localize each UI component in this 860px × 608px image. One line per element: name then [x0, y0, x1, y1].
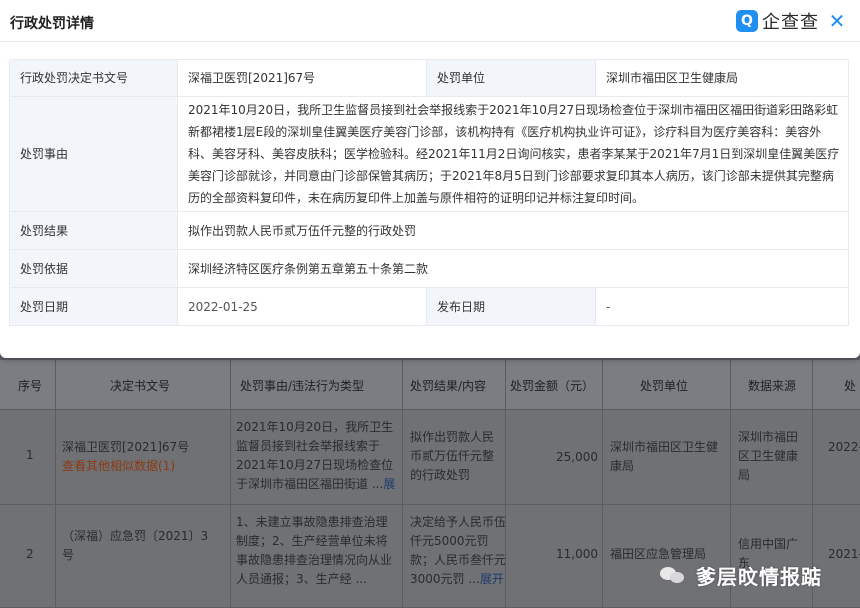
col-header-date-partial: 处 — [844, 379, 857, 393]
detail-table: 行政处罚决定书文号 深福卫医罚[2021]67号 处罚单位 深圳市福田区卫生健康… — [9, 59, 849, 326]
row-unit: 深圳市福田区卫生健康局 — [610, 440, 719, 473]
column-divider — [55, 360, 56, 608]
column-divider — [505, 360, 506, 608]
col-header-unit: 处罚单位 — [640, 379, 689, 393]
result-value: 拟作出罚款人民币贰万伍仟元整的行政处罚 — [177, 211, 849, 250]
similar-data-link[interactable]: 查看其他相似数据(1) — [62, 457, 222, 476]
column-divider — [602, 360, 603, 608]
col-header-amount: 处罚金额（元） — [510, 379, 595, 393]
row-reason-text: 2021年10月20日，我所卫生监督员接到社会举报线索于2021年10月27日现… — [236, 420, 394, 491]
row-amount: 25,000 — [556, 450, 598, 464]
basis-value: 深圳经济特区医疗条例第五章第五十条第二款 — [177, 249, 849, 288]
row-amount: 11,000 — [556, 547, 598, 561]
publish-date-value: - — [595, 287, 849, 326]
detail-row-doc-no: 行政处罚决定书文号 深福卫医罚[2021]67号 处罚单位 深圳市福田区卫生健康… — [9, 59, 849, 97]
detail-row-result: 处罚结果 拟作出罚款人民币贰万伍仟元整的行政处罚 — [9, 211, 849, 250]
watermark: 爹层旼情报踮 — [660, 560, 822, 590]
basis-label: 处罚依据 — [9, 249, 178, 288]
expand-link[interactable]: 展开 — [480, 572, 504, 586]
row-reason: 2021年10月20日，我所卫生监督员接到社会举报线索于2021年10月27日现… — [236, 418, 396, 494]
row-doc-no: （深福）应急罚〔2021〕3号 — [62, 529, 209, 562]
detail-row-basis: 处罚依据 深圳经济特区医疗条例第五章第五十条第二款 — [9, 249, 849, 288]
modal-title: 行政处罚详情 — [10, 16, 94, 32]
detail-row-reason: 处罚事由 2021年10月20日，我所卫生监督员接到社会举报线索于2021年10… — [9, 96, 849, 212]
row-index: 1 — [26, 448, 34, 462]
col-header-result: 处罚结果/内容 — [410, 379, 487, 393]
date-value: 2022-01-25 — [177, 287, 427, 326]
result-label: 处罚结果 — [9, 211, 178, 250]
modal-header: 行政处罚详情 Q 企查查 ✕ — [0, 0, 860, 42]
unit-label: 处罚单位 — [426, 59, 596, 97]
column-divider — [230, 360, 231, 608]
row-result: 拟作出罚款人民币贰万伍仟元整的行政处罚 — [410, 430, 495, 482]
penalty-detail-modal: 行政处罚详情 Q 企查查 ✕ 行政处罚决定书文号 深福卫医罚[2021]67号 … — [0, 0, 860, 358]
row-result: 决定给予人民币伍仟元5000元罚款；人民币叁仟元3000元罚 ...展开 — [410, 513, 510, 593]
col-header-index: 序号 — [18, 379, 43, 393]
row-reason: 1、未建立事故隐患排查治理制度；2、生产经营单位未将事故隐患排查治理情况向从业人… — [236, 515, 393, 586]
table-row[interactable]: 2 （深福）应急罚〔2021〕3号 1、未建立事故隐患排查治理制度；2、生产经营… — [0, 505, 860, 608]
table-header-row: 序号 决定书文号 处罚事由/违法行为类型 处罚结果/内容 处罚金额（元） 处罚单… — [0, 360, 860, 410]
column-divider — [402, 360, 403, 608]
reason-value: 2021年10月20日，我所卫生监督员接到社会举报线索于2021年10月27日现… — [177, 96, 849, 212]
row-doc-no: 深福卫医罚[2021]67号 — [62, 440, 190, 454]
doc-no-value: 深福卫医罚[2021]67号 — [177, 59, 427, 97]
date-label: 处罚日期 — [9, 287, 178, 326]
row-index: 2 — [26, 547, 34, 561]
publish-date-label: 发布日期 — [426, 287, 596, 326]
close-icon[interactable]: ✕ — [826, 10, 848, 32]
brand-logo-icon: Q — [736, 10, 758, 32]
brand-name: 企查查 — [762, 12, 819, 33]
col-header-source: 数据来源 — [748, 379, 797, 393]
watermark-text: 爹层旼情报踮 — [696, 564, 822, 589]
col-header-doc-no: 决定书文号 — [110, 379, 171, 393]
brand-logo: Q 企查查 — [736, 8, 819, 34]
row-source: 深圳市福田区卫生健康局 — [738, 430, 799, 482]
wechat-icon — [660, 565, 686, 585]
unit-value: 深圳市福田区卫生健康局 — [595, 59, 849, 97]
row-date-partial: 2022- — [828, 440, 860, 454]
reason-label: 处罚事由 — [9, 96, 178, 212]
row-date-partial: 2021- — [828, 547, 860, 561]
table-row[interactable]: 1 深福卫医罚[2021]67号 查看其他相似数据(1) 2021年10月20日… — [0, 410, 860, 505]
detail-row-date: 处罚日期 2022-01-25 发布日期 - — [9, 287, 849, 326]
col-header-reason: 处罚事由/违法行为类型 — [240, 379, 365, 393]
doc-no-label: 行政处罚决定书文号 — [9, 59, 178, 97]
